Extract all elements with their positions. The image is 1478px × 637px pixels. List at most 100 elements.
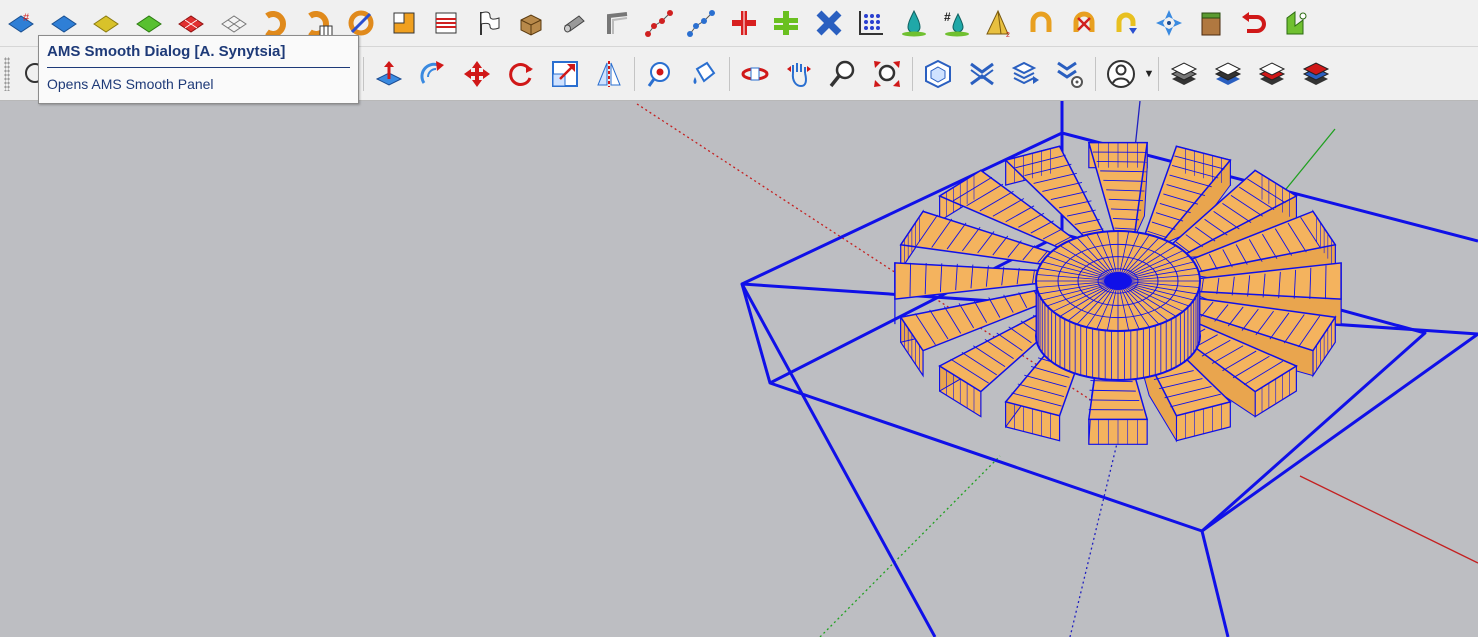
scale-button[interactable]	[543, 54, 587, 94]
separator	[912, 56, 913, 91]
user-button[interactable]	[1099, 54, 1143, 94]
corner-icon	[607, 12, 628, 34]
flag-icon	[479, 11, 500, 35]
separator	[363, 56, 364, 91]
undo-button[interactable]	[1233, 3, 1276, 43]
orbit-icon	[741, 67, 769, 80]
toolbar-grip[interactable]	[4, 56, 10, 91]
layers-stack-blue-button[interactable]	[1206, 54, 1250, 94]
flag-button[interactable]	[468, 3, 511, 43]
layers-button[interactable]	[1004, 54, 1048, 94]
cylinder-button[interactable]	[553, 3, 596, 43]
smooth-wire-icon	[220, 15, 247, 33]
layers-stack-red-icon	[1258, 61, 1286, 85]
bend-grid-icon	[307, 11, 333, 37]
flatten-icon	[970, 62, 994, 85]
curve-points-blue-button[interactable]	[680, 3, 723, 43]
svg-text:#: #	[23, 12, 30, 24]
layers-stack-color-button[interactable]	[1294, 54, 1338, 94]
pan-button[interactable]	[777, 54, 821, 94]
green-shape-icon	[1286, 11, 1307, 35]
pyramid-button[interactable]: 2	[978, 3, 1021, 43]
drop-button[interactable]	[893, 3, 936, 43]
tooltip-title: AMS Smooth Dialog [A. Synytsia]	[47, 43, 286, 60]
layers-stack-icon	[1170, 61, 1198, 85]
tooltip-description: Opens AMS Smooth Panel	[47, 76, 214, 92]
layers-stack-red-button[interactable]	[1250, 54, 1294, 94]
move-button[interactable]	[455, 54, 499, 94]
tooltip: AMS Smooth Dialog [A. Synytsia] Opens AM…	[38, 35, 359, 104]
components-button[interactable]	[916, 54, 960, 94]
mirror-icon	[597, 60, 621, 87]
box-fold-button[interactable]	[510, 3, 553, 43]
separator	[729, 56, 730, 91]
layers-stack-blue-icon	[1214, 61, 1242, 85]
curve-points-blue-icon	[687, 10, 716, 37]
square-button[interactable]	[383, 3, 426, 43]
layers-stack-button[interactable]	[1162, 54, 1206, 94]
model-viewport[interactable]	[0, 101, 1478, 637]
zoom-button[interactable]	[821, 54, 865, 94]
rotate-arrow-icon	[420, 60, 444, 84]
paint-eye-icon	[647, 61, 670, 87]
paint-select-button[interactable]	[638, 54, 682, 94]
orbit-button[interactable]	[733, 54, 777, 94]
settings-wave-button[interactable]	[1048, 54, 1092, 94]
square-icon	[393, 12, 415, 34]
separator	[1158, 56, 1159, 91]
paint-bucket-icon	[693, 61, 716, 84]
green-cross-icon	[774, 11, 799, 35]
grid-dots-icon	[859, 11, 884, 35]
rotate-button[interactable]	[499, 54, 543, 94]
corner-button[interactable]	[595, 3, 638, 43]
smooth-blue-icon	[50, 15, 77, 33]
box-open-button[interactable]	[1190, 3, 1233, 43]
layers-stack-color-icon	[1302, 61, 1330, 85]
separator	[1095, 56, 1096, 91]
ams-smooth-dialog-button[interactable]: #	[0, 3, 43, 43]
compass-arrows-icon	[1155, 10, 1182, 36]
pyramid-icon: 2	[985, 9, 1010, 38]
smooth-yellow-icon	[93, 15, 120, 33]
lines-button[interactable]	[425, 3, 468, 43]
svg-text:#: #	[944, 10, 951, 24]
follow-me-button[interactable]	[411, 54, 455, 94]
drop-icon	[901, 9, 926, 37]
box-fold-icon	[520, 14, 542, 36]
magnet-cross-button[interactable]	[1063, 3, 1106, 43]
smooth-green-icon	[135, 15, 162, 33]
user-icon	[1107, 59, 1135, 88]
grid-dots-button[interactable]	[850, 3, 893, 43]
scale-icon	[552, 60, 578, 87]
layers-icon	[1011, 61, 1039, 84]
flatten-button[interactable]	[960, 54, 1004, 94]
red-cross-button[interactable]	[723, 3, 766, 43]
twist-icon	[348, 10, 374, 36]
hash-drop-button[interactable]: #	[935, 3, 978, 43]
zoom-extents-button[interactable]	[865, 54, 909, 94]
rotate-icon	[509, 62, 533, 86]
cycle-icon	[1116, 12, 1138, 34]
curve-points-button[interactable]	[638, 3, 681, 43]
cycle-button[interactable]	[1105, 3, 1148, 43]
svg-text:2: 2	[1006, 32, 1010, 38]
green-shape-button[interactable]	[1275, 3, 1318, 43]
mirror-button[interactable]	[587, 54, 631, 94]
zoom-icon	[829, 60, 855, 87]
magnet-button[interactable]	[1020, 3, 1063, 43]
zoom-extents-icon	[874, 60, 900, 87]
components-icon	[925, 59, 951, 88]
undo-icon	[1241, 12, 1266, 33]
magnet-icon	[1030, 11, 1052, 32]
diagonal-cross-button[interactable]	[808, 3, 851, 43]
red-cross-icon	[731, 11, 756, 35]
green-cross-button[interactable]	[765, 3, 808, 43]
user-dropdown-arrow[interactable]: ▼	[1143, 54, 1155, 94]
tooltip-divider	[47, 67, 350, 68]
magnet-cross-icon	[1073, 11, 1095, 32]
paint-bucket-button[interactable]	[682, 54, 726, 94]
separator	[634, 56, 635, 91]
box-open-icon	[1201, 12, 1221, 36]
compass-arrows-button[interactable]	[1148, 3, 1191, 43]
push-pull-button[interactable]	[367, 54, 411, 94]
